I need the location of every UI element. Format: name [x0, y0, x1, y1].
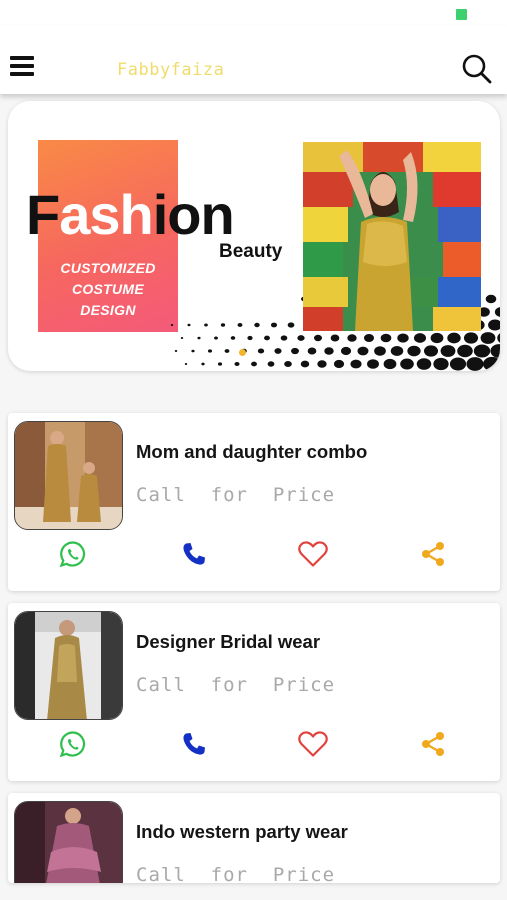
menu-button[interactable] [10, 56, 34, 76]
product-thumbnail[interactable] [14, 421, 123, 530]
hamburger-icon-bar [10, 64, 34, 68]
banner-headline-part-3: ion [152, 183, 235, 246]
product-price-text: Call for Price [136, 674, 336, 696]
hamburger-icon [10, 56, 34, 60]
badge-line: COSTUME [71, 281, 145, 297]
product-title[interactable]: Mom and daughter combo [136, 441, 367, 463]
whatsapp-button[interactable] [56, 727, 90, 761]
call-button[interactable] [177, 727, 211, 761]
product-card[interactable]: Indo western party wear Call for Price [8, 793, 500, 883]
status-indicator [456, 9, 467, 20]
call-button[interactable] [177, 537, 211, 571]
badge-line: CUSTOMIZED [60, 260, 156, 276]
product-actions [8, 537, 500, 573]
search-button[interactable] [461, 53, 493, 85]
product-price-text: Call for Price [136, 864, 336, 883]
product-actions [8, 727, 500, 763]
product-title[interactable]: Indo western party wear [136, 821, 348, 843]
heart-icon [298, 731, 328, 757]
product-card[interactable]: Designer Bridal wear Call for Price [8, 603, 500, 781]
banner-headline-part-2: ash [59, 183, 153, 246]
share-icon [422, 542, 444, 566]
whatsapp-icon [59, 541, 86, 568]
banner-badge-text: CUSTOMIZED COSTUME DESIGN [38, 258, 178, 321]
whatsapp-button[interactable] [56, 537, 90, 571]
share-button[interactable] [416, 537, 450, 571]
product-price-text: Call for Price [136, 484, 336, 506]
product-title[interactable]: Designer Bridal wear [136, 631, 320, 653]
phone-icon [183, 543, 205, 565]
banner-headline: Fashion [26, 183, 235, 246]
banner-subheadline: Beauty [219, 241, 283, 262]
status-bar [0, 0, 507, 26]
product-card[interactable]: Mom and daughter combo Call for Price [8, 413, 500, 591]
app-bar: Fabbyfaiza [0, 26, 507, 94]
app-screen: Fabbyfaiza Fashion Beauty CUSTOMIZED COS… [0, 0, 507, 900]
search-icon [462, 54, 492, 84]
share-icon [422, 732, 444, 756]
banner-model-photo [303, 142, 481, 331]
badge-line: DESIGN [80, 302, 136, 318]
promo-banner[interactable]: Fashion Beauty CUSTOMIZED COSTUME DESIGN [8, 101, 500, 371]
heart-icon [298, 541, 328, 567]
whatsapp-icon [59, 731, 86, 758]
phone-icon [183, 733, 205, 755]
favorite-button[interactable] [296, 537, 330, 571]
app-title: Fabbyfaiza [117, 60, 225, 80]
favorite-button[interactable] [296, 727, 330, 761]
product-thumbnail[interactable] [14, 801, 123, 883]
product-thumbnail[interactable] [14, 611, 123, 720]
banner-headline-part-1: F [26, 183, 60, 246]
hamburger-icon-bar [10, 72, 34, 76]
share-button[interactable] [416, 727, 450, 761]
carousel-indicator[interactable] [239, 349, 246, 356]
